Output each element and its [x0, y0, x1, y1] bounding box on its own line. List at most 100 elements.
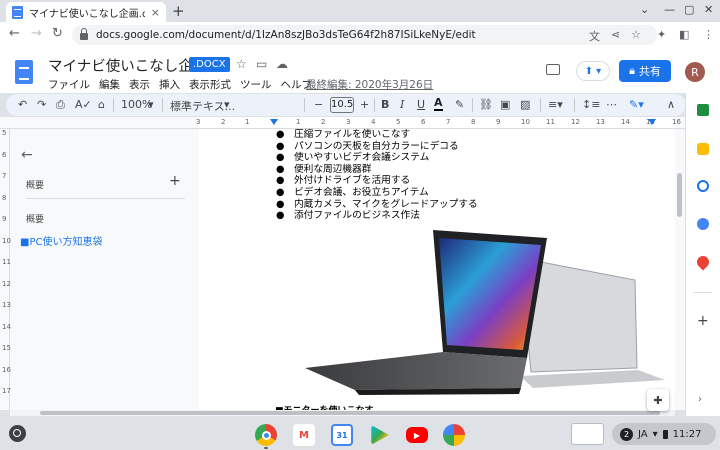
menu-view[interactable]: 表示 [129, 77, 150, 92]
extensions-icon[interactable]: ✦ [657, 28, 666, 41]
bullet-dot-icon: ● [276, 152, 285, 164]
bullet-list: ● 圧縮ファイルを使いこなす ● パソコンの天板を自分カラーにデコる ● 使いやすいビデオ… [276, 129, 478, 222]
collapse-menu-icon[interactable]: ∧ [667, 98, 675, 111]
last-edit-link[interactable]: 最終編集: 2020年3月26日 [306, 77, 433, 92]
tab-search-icon[interactable]: ⌄ [640, 3, 649, 16]
vertical-ruler-number: 12 [2, 279, 11, 288]
back-icon[interactable]: ← [9, 26, 20, 41]
avatar[interactable]: R [685, 62, 705, 82]
launcher-icon[interactable] [9, 425, 26, 442]
menu-tools[interactable]: ツール [240, 77, 272, 92]
close-outline-icon[interactable]: ← [21, 147, 33, 163]
ruler-number: 3 [346, 118, 351, 126]
add-summary-icon[interactable]: + [169, 173, 181, 189]
summary-label: 概要 [26, 181, 45, 191]
translate-icon[interactable]: 文 [589, 28, 600, 44]
tasks-icon[interactable] [697, 180, 709, 192]
hide-side-panel-icon[interactable]: › [698, 394, 702, 405]
bullet-text: 添付ファイルのビジネス作法 [294, 210, 420, 222]
sidebar-divider [26, 198, 185, 199]
print-icon[interactable]: ⎙ [56, 98, 65, 112]
calendar-app-icon[interactable]: 31 [331, 424, 353, 446]
insert-image-icon[interactable]: ▨ [520, 98, 530, 111]
italic-icon[interactable]: I [400, 98, 404, 111]
comment-history-icon[interactable] [546, 64, 560, 75]
calendar-icon[interactable] [697, 104, 709, 116]
toolbar-divider [374, 98, 375, 112]
font-size-input[interactable]: 10.5 [330, 97, 354, 113]
side-panel-icon[interactable]: ◧ [679, 28, 689, 41]
star-icon[interactable]: ☆ [236, 57, 247, 71]
vertical-scroll-thumb[interactable] [677, 173, 682, 217]
horizontal-scroll-thumb[interactable] [40, 411, 660, 415]
bullet-dot-icon: ● [276, 198, 285, 210]
forward-icon[interactable]: → [31, 26, 42, 41]
maximize-icon[interactable]: ▢ [684, 3, 694, 16]
menu-insert[interactable]: 挿入 [159, 77, 180, 92]
tab-close-icon[interactable]: × [151, 6, 160, 19]
paint-format-icon[interactable]: ⌂ [98, 98, 105, 111]
ruler-number: 7 [446, 118, 451, 126]
highlight-icon[interactable]: ✎ [455, 98, 464, 111]
address-bar[interactable]: docs.google.com/document/d/1IzAn8szJBo3d… [72, 25, 657, 45]
bookmark-star-icon[interactable]: ☆ [631, 28, 641, 41]
ruler-number: 2 [321, 118, 326, 126]
status-area[interactable]: 2 JA ▾ 11:27 [612, 423, 716, 445]
share-page-icon[interactable]: ⋖ [611, 28, 620, 41]
outline-item[interactable]: ■PC使い方知恵袋 [20, 233, 102, 248]
keep-icon[interactable] [697, 143, 709, 155]
present-button[interactable]: ⬆ ▾ [576, 61, 610, 81]
reload-icon[interactable]: ↻ [52, 26, 63, 41]
gmail-app-icon[interactable]: M [293, 424, 315, 446]
right-indent-marker[interactable] [648, 119, 656, 125]
text-color-icon[interactable]: A [434, 97, 443, 111]
present-icon: ⬆ [584, 65, 594, 77]
bullet-dot-icon: ● [276, 186, 285, 198]
youtube-app-icon[interactable]: ▶ [406, 427, 428, 443]
bullet-text: ビデオ会議、お役立ちアイテム [294, 186, 429, 198]
contacts-icon[interactable] [697, 218, 709, 230]
editing-mode-icon[interactable]: ✎▾ [629, 98, 644, 111]
bold-icon[interactable]: B [381, 98, 389, 111]
docs-logo-icon[interactable] [15, 60, 33, 84]
redo-icon[interactable]: ↷ [37, 98, 46, 111]
photos-app-icon[interactable] [443, 424, 465, 446]
left-indent-marker[interactable] [270, 119, 278, 125]
tab-title: マイナビ使いこなし企画.docx [29, 8, 145, 20]
insert-link-icon[interactable]: ⛓ [479, 98, 493, 111]
font-size-decrease-icon[interactable]: − [314, 98, 323, 111]
font-size-increase-icon[interactable]: + [360, 98, 369, 111]
browser-tab[interactable]: マイナビ使いこなし企画.docx × [6, 2, 166, 22]
insert-comment-icon[interactable]: ▣ [500, 98, 510, 111]
chrome-menu-icon[interactable]: ⋮ [703, 28, 714, 41]
share-button[interactable]: 🔒︎ 共有 [619, 60, 671, 82]
new-tab-button[interactable]: + [172, 2, 185, 20]
chevron-down-icon[interactable]: ▾ [224, 98, 230, 111]
chevron-down-icon[interactable]: ▾ [148, 98, 154, 111]
toolbar-divider [540, 98, 541, 112]
bullet-item: ● 使いやすいビデオ会議システム [276, 152, 478, 164]
ruler-number: 1 [245, 118, 250, 126]
get-addons-icon[interactable]: + [697, 313, 709, 329]
bullet-dot-icon: ● [276, 129, 285, 140]
vertical-scrollbar[interactable] [675, 129, 685, 410]
underline-icon[interactable]: U [417, 98, 425, 111]
menu-edit[interactable]: 編集 [99, 77, 120, 92]
document-title[interactable]: マイナビ使いこなし企画 [48, 55, 207, 76]
menu-file[interactable]: ファイル [48, 77, 90, 92]
chrome-app-icon[interactable] [255, 424, 277, 446]
menu-format[interactable]: 表示形式 [189, 77, 231, 92]
spellcheck-icon[interactable]: A✓ [75, 98, 92, 111]
undo-icon[interactable]: ↶ [18, 98, 27, 111]
holding-space-icon[interactable] [571, 423, 604, 445]
align-icon[interactable]: ≡▾ [548, 98, 563, 111]
minimize-icon[interactable]: — [664, 3, 675, 16]
close-window-icon[interactable]: ✕ [704, 3, 713, 16]
more-options-icon[interactable]: ⋯ [606, 98, 617, 111]
explore-button[interactable]: ✚ [647, 389, 669, 411]
bullet-dot-icon: ● [276, 140, 285, 152]
vertical-ruler-number: 9 [2, 215, 7, 223]
line-spacing-icon[interactable]: ↕≡ [582, 98, 600, 111]
ruler-number: 3 [196, 118, 201, 126]
move-folder-icon[interactable]: ▭ [256, 57, 267, 71]
